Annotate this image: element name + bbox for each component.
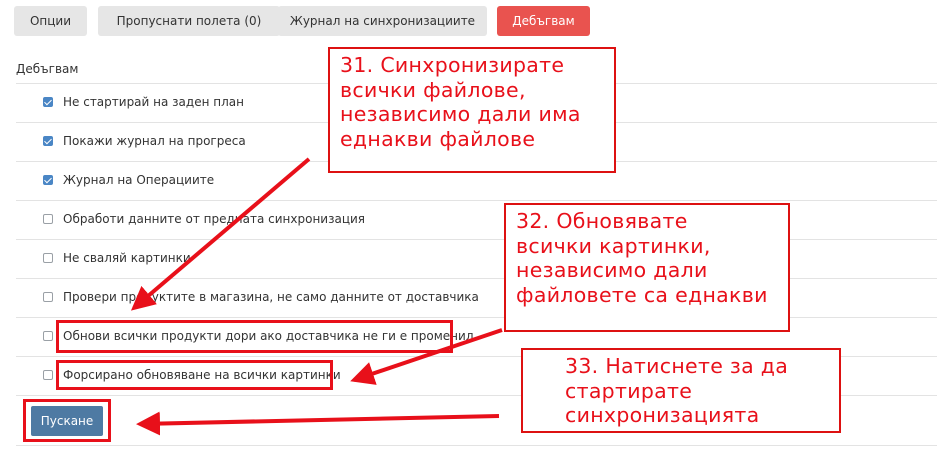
- annotation-arrows: [130, 157, 503, 436]
- arrow-to-update-all-products: [130, 157, 311, 311]
- arrow-to-start-button: [136, 411, 500, 436]
- arrow-to-force-images: [350, 328, 503, 385]
